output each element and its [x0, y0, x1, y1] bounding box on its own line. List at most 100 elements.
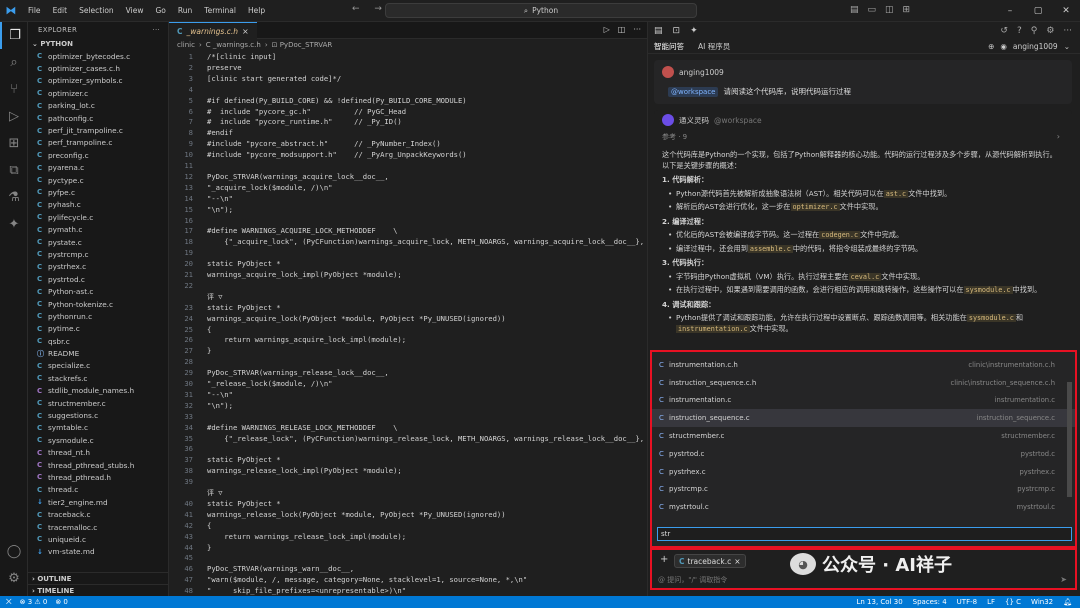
code-line[interactable]: 30 "_release_lock($module, /)\n" [169, 379, 647, 390]
file-item[interactable]: Ctracemalloc.c [28, 521, 168, 533]
file-item[interactable]: Cthread_nt.h [28, 447, 168, 459]
file-item[interactable]: Cpyarena.c [28, 162, 168, 174]
code-line[interactable]: 17 #define WARNINGS_ACQUIRE_LOCK_METHODDE… [169, 226, 647, 237]
inline-code[interactable]: assemble.c [747, 244, 793, 253]
file-item[interactable]: Cpythonrun.c [28, 310, 168, 322]
code-line[interactable]: 44} [169, 543, 647, 554]
menu-terminal[interactable]: Terminal [198, 6, 242, 15]
breadcrumb-item[interactable]: clinic [177, 41, 195, 49]
code-line[interactable]: 8 #endif [169, 128, 647, 139]
nav-arrows[interactable]: ← → [352, 4, 388, 14]
file-item[interactable]: Cpymath.c [28, 223, 168, 235]
code-line[interactable]: 22 [169, 281, 647, 292]
code-line[interactable]: 38 warnings_release_lock_impl(PyObject *m… [169, 466, 647, 477]
inline-code[interactable]: sysmodule.c [966, 314, 1016, 322]
file-item[interactable]: Coptimizer_symbols.c [28, 75, 168, 87]
code-line[interactable]: 46 PyDoc_STRVAR(warnings_warn__doc__, [169, 564, 647, 575]
outline-section[interactable]: › OUTLINE [28, 572, 169, 584]
file-suggestion[interactable]: Cinstruction_sequence.c.h clinic\instruct… [652, 374, 1075, 392]
file-item[interactable]: Csymtable.c [28, 422, 168, 434]
settings-gear-icon[interactable]: ⚙ [0, 565, 28, 592]
file-suggestion[interactable]: Cinstruction_sequence.c instruction_seque… [652, 409, 1075, 428]
inline-code[interactable]: sysmodule.c [963, 286, 1013, 294]
file-suggestion[interactable]: Cinstrumentation.c.h clinic\instrumentati… [652, 356, 1075, 374]
breadcrumb-item[interactable]: ⊡ PyDoc_STRVAR [272, 41, 333, 49]
tab-ai-programmer[interactable]: AI 程序员 [698, 41, 730, 52]
file-item[interactable]: Cuniqueid.c [28, 533, 168, 545]
file-suggestion[interactable]: Cpystrhex.c pystrhex.c [652, 463, 1075, 481]
file-item[interactable]: Cthread.c [28, 484, 168, 496]
customize-layout-icon[interactable]: ⊞ [903, 5, 911, 15]
file-item[interactable]: Cstdlib_module_names.h [28, 385, 168, 397]
file-item[interactable]: Cpystrcmp.c [28, 248, 168, 260]
maximize-icon[interactable]: ▢ [1024, 6, 1052, 16]
layout-panel-icon[interactable]: ▭ [868, 5, 877, 15]
send-icon[interactable]: ➤ [1060, 575, 1067, 584]
run-debug-icon[interactable]: ▷ [0, 103, 28, 130]
file-item[interactable]: Cspecialize.c [28, 360, 168, 372]
code-line[interactable]: 27} [169, 346, 647, 357]
code-line[interactable]: 20 static PyObject * [169, 259, 647, 270]
explorer-icon[interactable]: ❐ [0, 22, 28, 49]
notifications-icon[interactable]: 🔔︎ [1063, 598, 1072, 606]
file-suggestion[interactable]: Cstructmember.c structmember.c [652, 427, 1075, 445]
menu-go[interactable]: Go [149, 6, 171, 15]
tongyi-logo-icon[interactable]: ✦ [690, 26, 698, 36]
code-line[interactable]: 31 "--\n" [169, 390, 647, 401]
file-item[interactable]: Cstructmember.c [28, 397, 168, 409]
code-line[interactable]: 23 static PyObject * [169, 303, 647, 314]
code-line[interactable]: 41 warnings_release_lock(PyObject *module… [169, 510, 647, 521]
status-item[interactable]: Ln 13, Col 30 [856, 598, 902, 606]
split-editor-icon[interactable]: ◫ [618, 25, 626, 34]
new-chat-icon[interactable]: ⊕ [988, 42, 994, 51]
menu-file[interactable]: File [22, 6, 47, 15]
status-item[interactable]: UTF-8 [957, 598, 977, 606]
ports-status[interactable]: ⊗ 0 [55, 598, 68, 607]
code-line[interactable]: 36 [169, 444, 647, 455]
inline-code[interactable]: instrumentation.c [676, 324, 750, 333]
remove-chip-icon[interactable]: × [734, 557, 740, 566]
code-line[interactable]: 45 [169, 553, 647, 564]
file-item[interactable]: Coptimizer.c [28, 87, 168, 99]
file-search-input[interactable]: str [657, 527, 1072, 541]
file-item[interactable]: Cpyctype.c [28, 174, 168, 186]
code-line[interactable]: 33 [169, 412, 647, 423]
chevron-right-icon[interactable]: › [1057, 132, 1060, 141]
code-line[interactable]: 3 [clinic start generated code]*/ [169, 74, 647, 85]
code-line[interactable]: 4 [169, 85, 647, 96]
reference-count[interactable]: 参考 · 9 [662, 132, 687, 142]
code-line[interactable]: 6 # include "pycore_gc.h" // PyGC_Head [169, 107, 647, 118]
search-icon[interactable]: ⌕ [0, 49, 28, 76]
code-line[interactable]: 9 #include "pycore_abstract.h" // _PyNumb… [169, 139, 647, 150]
file-suggestion[interactable]: Cinstrumentation.c instrumentation.c [652, 392, 1075, 410]
more-actions-icon[interactable]: ··· [152, 26, 160, 34]
tab-warnings-c-h[interactable]: C _warnings.c.h × [169, 22, 257, 39]
file-item[interactable]: ↓ tier2_engine.md [28, 496, 168, 508]
file-item[interactable]: Cpystrhex.c [28, 261, 168, 273]
code-line[interactable]: 1 /*[clinic input] [169, 52, 647, 63]
file-item[interactable]: Cperf_jit_trampoline.c [28, 124, 168, 136]
code-line[interactable]: 42 { [169, 521, 647, 532]
extensions-icon[interactable]: ⚲ [1031, 26, 1038, 36]
workspace-folder[interactable]: ⌄ PYTHON [28, 38, 168, 50]
code-line[interactable]: 5 #if defined(Py_BUILD_CORE) && !defined(… [169, 96, 647, 107]
code-line[interactable]: 39 [169, 477, 647, 488]
minimize-icon[interactable]: – [996, 6, 1024, 16]
close-icon[interactable]: ✕ [1052, 6, 1080, 16]
add-context-icon[interactable]: + [660, 554, 668, 565]
file-item[interactable]: Csuggestions.c [28, 409, 168, 421]
context-file-chip[interactable]: Ctraceback.c × [674, 554, 746, 568]
more-icon[interactable]: ··· [633, 25, 641, 34]
user-menu[interactable]: ⊕ ◉ anging1009 ⌄ [988, 42, 1070, 51]
code-line[interactable]: 37 static PyObject * [169, 455, 647, 466]
menu-help[interactable]: Help [242, 6, 271, 15]
code-line[interactable]: 28 [169, 357, 647, 368]
breadcrumb-item[interactable]: C _warnings.c.h [206, 41, 261, 49]
code-line[interactable]: 15 "\n"); [169, 205, 647, 216]
file-item[interactable]: Cqsbr.c [28, 335, 168, 347]
history-icon[interactable]: ↺ [1000, 26, 1008, 36]
menu-run[interactable]: Run [172, 6, 198, 15]
file-item[interactable]: Ctraceback.c [28, 508, 168, 520]
code-line[interactable]: 2 preserve [169, 63, 647, 74]
remote-explorer-icon[interactable]: ⧉ [0, 157, 28, 184]
